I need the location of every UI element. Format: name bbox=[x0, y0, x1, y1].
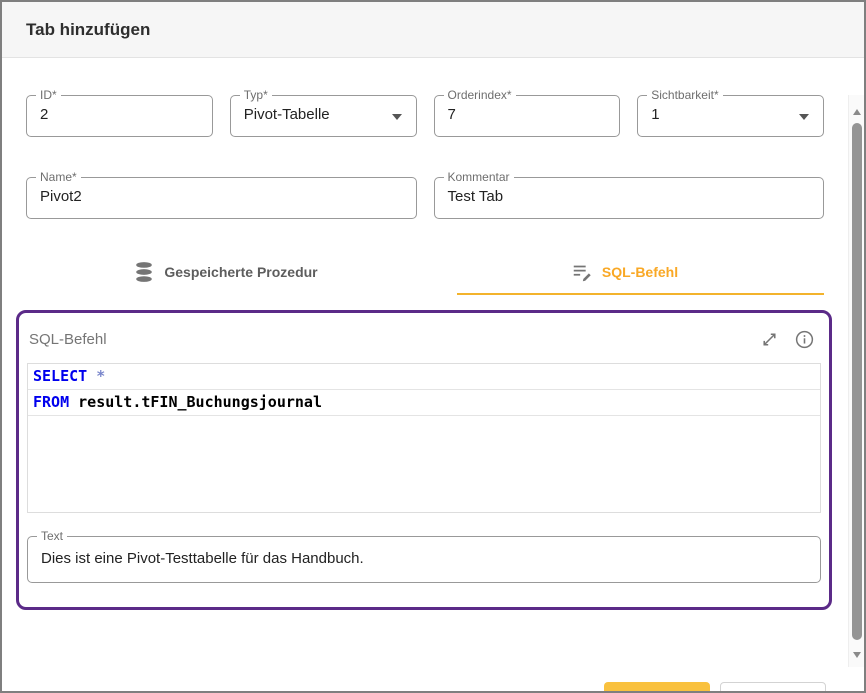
text-field[interactable]: Text Dies ist eine Pivot-Testtabelle für… bbox=[27, 536, 821, 583]
expand-icon[interactable] bbox=[759, 329, 780, 350]
sql-panel-title: SQL-Befehl bbox=[29, 331, 107, 348]
sql-code-line: SELECT * bbox=[28, 364, 820, 390]
tab-gespeicherte-prozedur[interactable]: Gespeicherte Prozedur bbox=[26, 248, 425, 295]
dialog-title: Tab hinzufügen bbox=[26, 20, 150, 40]
apply-button[interactable]: Anwenden bbox=[604, 682, 711, 693]
sql-identifier: result.tFIN_Buchungsjournal bbox=[69, 393, 322, 411]
tab-label: SQL-Befehl bbox=[602, 264, 678, 280]
sql-panel-header: SQL-Befehl bbox=[19, 313, 829, 350]
chevron-down-icon[interactable] bbox=[392, 114, 402, 120]
tab-label: Gespeicherte Prozedur bbox=[164, 264, 317, 280]
dialog-footer: Anwenden Abbrechen bbox=[2, 667, 864, 693]
orderindex-field[interactable]: Orderindex* 7 bbox=[434, 95, 621, 137]
dialog-header: Tab hinzufügen bbox=[2, 2, 864, 58]
id-field-label: ID* bbox=[36, 88, 61, 102]
playlist-edit-icon bbox=[571, 261, 593, 283]
scroll-up-icon[interactable] bbox=[853, 109, 861, 115]
text-field-value: Dies ist eine Pivot-Testtabelle für das … bbox=[41, 550, 364, 567]
tab-sql-befehl[interactable]: b SQL-Befehl bbox=[425, 248, 824, 295]
sql-operator: * bbox=[87, 367, 105, 385]
kommentar-field[interactable]: Kommentar Test Tab bbox=[434, 177, 825, 219]
kommentar-field-label: Kommentar bbox=[444, 170, 514, 184]
name-field-value: Pivot2 bbox=[40, 188, 82, 205]
sql-keyword: FROM bbox=[33, 393, 69, 411]
typ-select-label: Typ* bbox=[240, 88, 272, 102]
form-row-1: ID* 2 Typ* Pivot-Tabelle Orderindex* 7 S… bbox=[26, 95, 824, 137]
name-field[interactable]: Name* Pivot2 bbox=[26, 177, 417, 219]
sql-code-line: FROM result.tFIN_Buchungsjournal bbox=[28, 390, 820, 416]
info-icon[interactable] bbox=[794, 329, 815, 350]
add-tab-dialog: Tab hinzufügen ID* 2 Typ* Pivot-Tabelle … bbox=[0, 0, 866, 693]
sichtbarkeit-select[interactable]: Sichtbarkeit* 1 bbox=[637, 95, 824, 137]
sql-befehl-panel: SQL-Befehl SELECT * FROM resu bbox=[16, 310, 832, 610]
kommentar-field-value: Test Tab bbox=[448, 188, 504, 205]
orderindex-field-value: 7 bbox=[448, 106, 456, 123]
orderindex-field-label: Orderindex* bbox=[444, 88, 516, 102]
id-field[interactable]: ID* 2 bbox=[26, 95, 213, 137]
id-field-value: 2 bbox=[40, 106, 48, 123]
sql-code-editor[interactable]: SELECT * FROM result.tFIN_Buchungsjourna… bbox=[27, 363, 821, 513]
sichtbarkeit-select-value: 1 bbox=[651, 106, 659, 123]
text-field-label: Text bbox=[37, 529, 67, 543]
dialog-body: ID* 2 Typ* Pivot-Tabelle Orderindex* 7 S… bbox=[2, 95, 864, 667]
form-row-2: Name* Pivot2 Kommentar Test Tab bbox=[26, 177, 824, 219]
sichtbarkeit-select-label: Sichtbarkeit* bbox=[647, 88, 722, 102]
sql-keyword: SELECT bbox=[33, 367, 87, 385]
name-field-label: Name* bbox=[36, 170, 81, 184]
database-icon bbox=[133, 261, 155, 283]
active-tab-indicator bbox=[457, 293, 824, 295]
cancel-button[interactable]: Abbrechen bbox=[720, 682, 826, 693]
chevron-down-icon[interactable] bbox=[799, 114, 809, 120]
typ-select[interactable]: Typ* Pivot-Tabelle bbox=[230, 95, 417, 137]
scrollbar-thumb[interactable] bbox=[852, 123, 862, 640]
typ-select-value: Pivot-Tabelle bbox=[244, 106, 330, 123]
tab-bar: Gespeicherte Prozedur b SQL-Befehl bbox=[26, 248, 824, 295]
scroll-down-icon[interactable] bbox=[853, 652, 861, 658]
vertical-scrollbar[interactable] bbox=[848, 95, 864, 667]
